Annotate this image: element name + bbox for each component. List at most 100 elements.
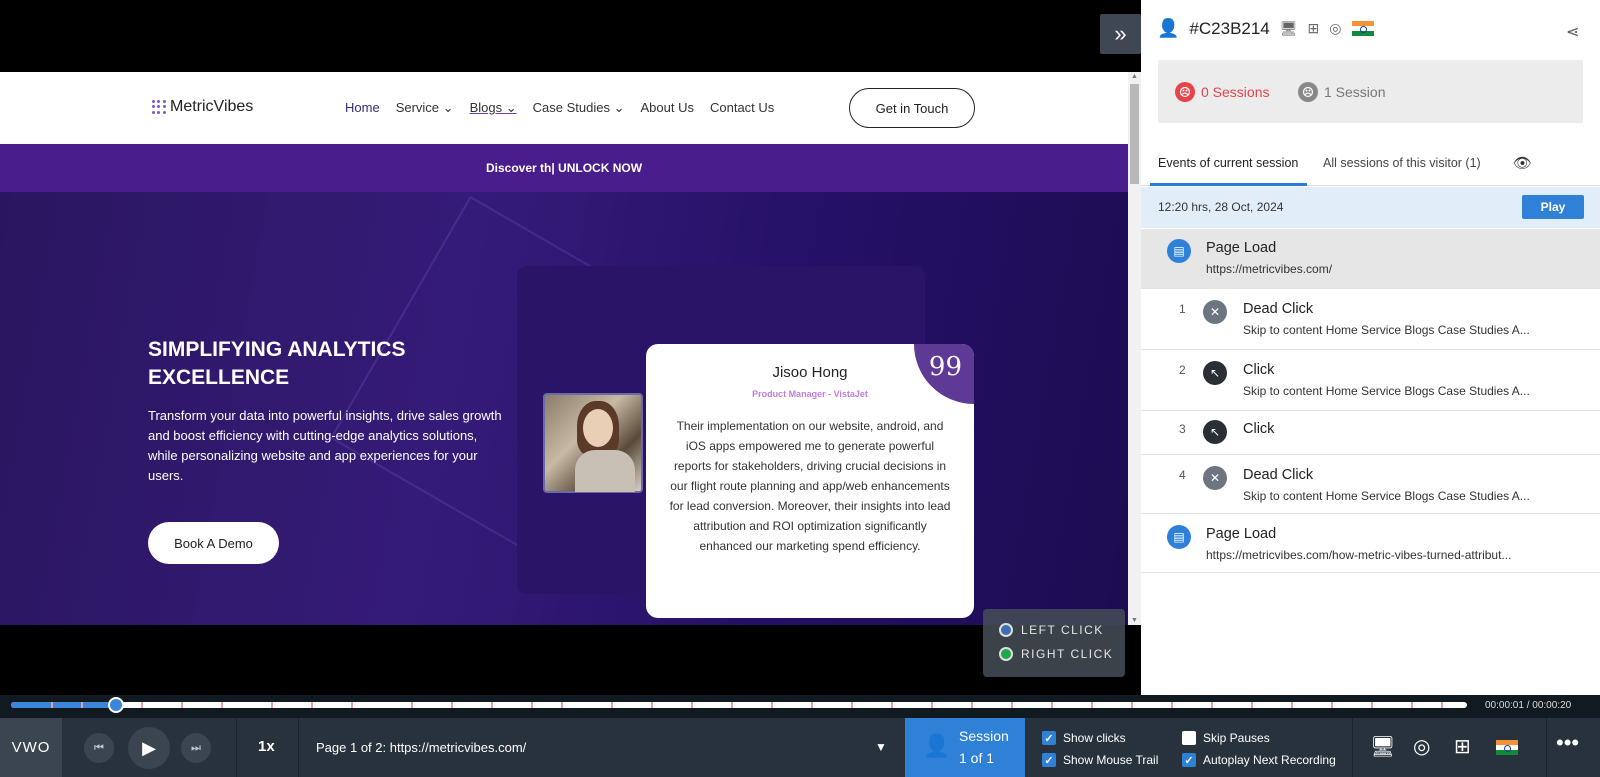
more-options-icon[interactable]: •••	[1556, 730, 1579, 756]
vwo-logo: VWO	[0, 718, 62, 777]
timeline-event-marker	[491, 702, 493, 708]
eye-icon[interactable]: 👁	[1513, 154, 1532, 172]
chevron-down-icon: ⌄	[442, 100, 454, 115]
dead-sessions[interactable]: ☹ 0 Sessions	[1175, 82, 1269, 102]
active-tab-indicator	[1150, 183, 1307, 186]
event-row[interactable]: ▤ Page Load https://metricvibes.com/how-…	[1141, 515, 1600, 573]
event-tabs: Events of current session All sessions o…	[1141, 144, 1600, 186]
timeline-event-marker	[691, 702, 693, 708]
timeline-event-marker	[531, 702, 533, 708]
skip-back-icon[interactable]: ⏮	[84, 733, 114, 763]
event-row[interactable]: ▤ Page Load https://metricvibes.com/	[1141, 229, 1600, 289]
timeline-event-marker	[561, 702, 563, 708]
testimonial-name: Jisoo Hong	[772, 364, 848, 381]
total-sessions[interactable]: ☹ 1 Session	[1298, 82, 1385, 102]
timeline-event-marker	[731, 702, 733, 708]
nav-case-studies[interactable]: Case Studies ⌄	[533, 100, 625, 116]
banner-link[interactable]: UNLOCK NOW	[558, 161, 642, 175]
scroll-down-icon[interactable]: ▼	[1131, 617, 1138, 624]
nav-contact[interactable]: Contact Us	[710, 100, 774, 116]
chrome-icon: ◎	[1413, 736, 1431, 758]
timeline-progress	[11, 702, 115, 708]
skip-forward-icon[interactable]: ⏭	[181, 733, 211, 763]
neutral-face-icon: ☹	[1298, 82, 1318, 102]
india-flag-icon	[1351, 21, 1374, 36]
timeline-event-marker	[1051, 702, 1053, 708]
double-chevron-right-icon: »	[1114, 21, 1127, 46]
legend-left-click: LEFT CLICK	[999, 623, 1104, 637]
timeline-event-marker	[1211, 702, 1213, 708]
event-row[interactable]: 2 ↖ Click Skip to content Home Service B…	[1141, 351, 1600, 411]
tab-current-session[interactable]: Events of current session	[1158, 156, 1298, 170]
show-mouse-trail-checkbox[interactable]: ✓ Show Mouse Trail	[1042, 753, 1158, 767]
share-icon[interactable]: ⋖	[1566, 22, 1579, 42]
dead-face-icon: ✕	[1203, 466, 1227, 490]
scroll-up-icon[interactable]: ▲	[1131, 73, 1138, 80]
page-selector[interactable]: Page 1 of 2: https://metricvibes.com/	[316, 740, 526, 755]
timeline-event-marker	[971, 702, 973, 708]
timeline-event-marker	[1171, 702, 1173, 708]
timeline-track[interactable]	[11, 697, 1467, 713]
timeline-bar: 00:00:01 / 00:00:20	[0, 695, 1600, 718]
scrollbar-thumb[interactable]	[1130, 84, 1139, 184]
cursor-click-icon: ↖	[1203, 420, 1227, 444]
testimonial-photo	[543, 393, 643, 493]
timeline-event-marker	[651, 702, 653, 708]
tab-all-sessions[interactable]: All sessions of this visitor (1)	[1323, 156, 1481, 170]
session-details-panel: 👤 #C23B214 🖥 ⊞ ◎ ⋖ ☹ 0 Sessions ☹ 1 Sess…	[1141, 0, 1600, 695]
nav-home[interactable]: Home	[345, 100, 380, 116]
india-flag-icon	[1496, 740, 1518, 755]
checkmark-icon: ✓	[1042, 731, 1056, 745]
visitor-id: #C23B214	[1189, 18, 1270, 38]
session-button[interactable]: 👤 Session 1 of 1	[905, 718, 1025, 777]
timeline-event-marker	[271, 702, 273, 708]
recorded-website: MetricVibes Home Service ⌄ Blogs ⌄ Case …	[0, 72, 1141, 625]
click-legend: LEFT CLICK RIGHT CLICK	[983, 609, 1125, 677]
playback-speed[interactable]: 1x	[258, 738, 275, 755]
page-icon: ▤	[1167, 525, 1191, 549]
skip-pauses-checkbox[interactable]: Skip Pauses	[1182, 731, 1270, 745]
session-list-icon: 👤	[923, 733, 951, 758]
event-row[interactable]: 1 ✕ Dead Click Skip to content Home Serv…	[1141, 290, 1600, 350]
checkmark-icon: ✓	[1042, 753, 1056, 767]
get-in-touch-button[interactable]: Get in Touch	[849, 88, 975, 128]
sad-face-icon: ☹	[1175, 82, 1195, 102]
site-logo[interactable]: MetricVibes	[152, 98, 253, 116]
event-row[interactable]: 4 ✕ Dead Click Skip to content Home Serv…	[1141, 456, 1600, 514]
cursor-click-icon: ↖	[1203, 361, 1227, 385]
windows-icon: ⊞	[1454, 736, 1471, 758]
left-click-dot	[999, 623, 1013, 637]
timeline-thumb[interactable]	[108, 697, 124, 713]
session-datetime: 12:20 hrs, 28 Oct, 2024	[1158, 200, 1284, 214]
timeline-event-marker	[1371, 702, 1373, 708]
expand-panel-button[interactable]: »	[1100, 14, 1141, 54]
book-demo-button[interactable]: Book A Demo	[148, 522, 279, 564]
timeline-event-marker	[51, 702, 53, 708]
testimonial-card: 99 Jisoo Hong Product Manager - VistaJet…	[646, 344, 974, 618]
timeline-event-marker	[1251, 702, 1253, 708]
site-scrollbar[interactable]: ▲ ▼	[1128, 72, 1141, 625]
timeline-event-marker	[311, 702, 313, 708]
timeline-event-marker	[1441, 702, 1443, 708]
timeline-event-marker	[811, 702, 813, 708]
nav-about[interactable]: About Us	[641, 100, 694, 116]
timeline-event-marker	[1291, 702, 1293, 708]
nav-blogs[interactable]: Blogs ⌄	[470, 100, 517, 116]
play-session-button[interactable]: Play	[1522, 195, 1584, 219]
autoplay-checkbox[interactable]: ✓ Autoplay Next Recording	[1182, 753, 1336, 767]
timeline-event-marker	[411, 702, 413, 708]
timeline-event-marker	[181, 702, 183, 708]
desktop-icon: 🖥	[1370, 736, 1396, 758]
desktop-icon: 🖥	[1279, 20, 1298, 36]
legend-right-click: RIGHT CLICK	[999, 647, 1113, 661]
play-icon[interactable]: ▶	[128, 727, 170, 769]
chevron-down-icon: ⌄	[505, 100, 517, 115]
show-clicks-checkbox[interactable]: ✓ Show clicks	[1042, 731, 1126, 745]
testimonial-role: Product Manager - VistaJet	[752, 389, 868, 399]
event-row[interactable]: 3 ↖ Click	[1141, 412, 1600, 455]
dead-face-icon: ✕	[1203, 300, 1227, 324]
nav-service[interactable]: Service ⌄	[396, 100, 454, 116]
caret-down-icon[interactable]: ▼	[875, 740, 887, 754]
logo-text: MetricVibes	[170, 98, 254, 115]
testimonial-text: Their implementation on our website, and…	[669, 419, 951, 553]
